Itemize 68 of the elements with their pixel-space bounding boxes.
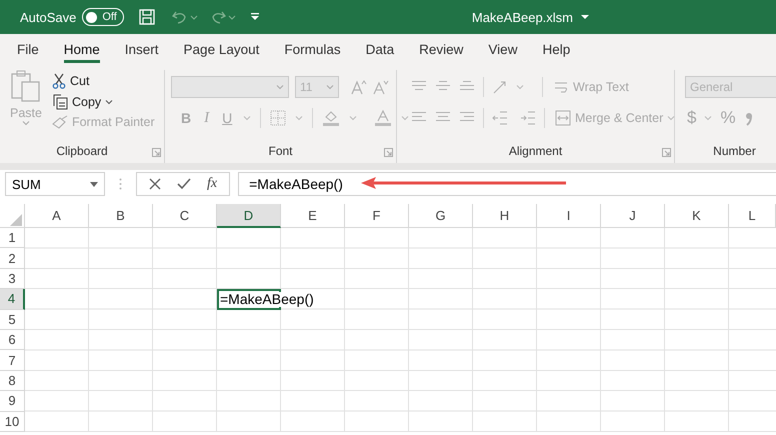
ribbon-tab[interactable]: View <box>480 34 526 64</box>
group-label: Number <box>713 144 756 158</box>
group-label: Alignment <box>508 144 562 158</box>
cut-button[interactable]: Cut <box>50 72 157 90</box>
row-header[interactable]: 6 <box>0 330 25 350</box>
font-color-icon[interactable] <box>374 109 392 127</box>
file-name: MakeABeep.xlsm <box>472 10 574 24</box>
ribbon-tab[interactable]: Insert <box>116 34 167 64</box>
column-header[interactable]: K <box>665 204 729 228</box>
autosave-label: AutoSave <box>20 10 76 24</box>
merge-icon <box>555 110 571 126</box>
formula-field[interactable]: =MakeABeep() <box>238 172 776 196</box>
copy-icon <box>52 94 68 110</box>
decrease-indent-icon[interactable] <box>492 111 508 125</box>
column-header[interactable]: H <box>473 204 537 228</box>
ribbon-tab[interactable]: Formulas <box>276 34 349 64</box>
name-box[interactable]: SUM <box>5 172 105 196</box>
comma-style-icon[interactable] <box>744 110 754 126</box>
column-header[interactable]: C <box>153 204 217 228</box>
row-header[interactable]: 8 <box>0 370 25 392</box>
clipboard-icon <box>10 70 41 102</box>
grow-font-icon[interactable] <box>351 79 367 95</box>
row-header[interactable]: 2 <box>0 248 25 269</box>
column-header[interactable]: G <box>409 204 473 228</box>
dialog-launcher-icon[interactable] <box>662 148 671 157</box>
save-icon[interactable] <box>138 8 156 26</box>
check-icon[interactable] <box>177 178 191 190</box>
column-header[interactable]: D <box>217 204 281 228</box>
increase-indent-icon[interactable] <box>520 111 536 125</box>
ribbon-tab[interactable]: Home <box>56 34 108 64</box>
group-label: Clipboard <box>56 144 108 158</box>
column-header[interactable]: B <box>89 204 153 228</box>
select-all-icon[interactable] <box>10 214 22 226</box>
ribbon-tab[interactable]: Page Layout <box>176 34 268 64</box>
row-header[interactable]: 7 <box>0 350 25 371</box>
ribbon-tab[interactable]: Data <box>358 34 402 64</box>
row-header[interactable]: 9 <box>0 391 25 412</box>
column-header[interactable]: E <box>281 204 345 228</box>
copy-button[interactable]: Copy <box>50 93 157 111</box>
column-header[interactable]: I <box>537 204 601 228</box>
ribbon-tab[interactable]: Review <box>411 34 472 64</box>
borders-icon[interactable] <box>270 110 286 126</box>
group-label: Font <box>268 144 292 158</box>
row-header[interactable]: 1 <box>0 228 25 248</box>
ribbon-tab[interactable]: File <box>9 34 47 64</box>
dialog-launcher-icon[interactable] <box>152 148 161 157</box>
grip-icon <box>119 178 122 190</box>
autosave-toggle[interactable]: Off <box>82 8 124 26</box>
column-header[interactable]: J <box>601 204 665 228</box>
dialog-launcher-icon[interactable] <box>384 148 393 157</box>
insert-function-button[interactable]: fx <box>207 176 218 192</box>
ribbon-tab[interactable]: Help <box>534 34 578 64</box>
column-header[interactable]: A <box>25 204 89 228</box>
cell-value: =MakeABeep() <box>220 292 314 307</box>
cancel-icon[interactable] <box>149 178 161 190</box>
row-header[interactable]: 10 <box>0 412 25 432</box>
caret-icon[interactable] <box>581 14 590 20</box>
customize-icon[interactable] <box>250 12 260 22</box>
row-header[interactable]: 5 <box>0 310 25 330</box>
row-header[interactable]: 4 <box>0 289 25 310</box>
shrink-font-icon[interactable] <box>373 79 389 95</box>
column-header[interactable]: L <box>729 204 776 228</box>
caret-icon[interactable] <box>105 99 114 105</box>
column-header[interactable]: F <box>345 204 409 228</box>
dropdown-icon <box>90 182 98 186</box>
scissors-icon <box>52 73 66 89</box>
fill-color-icon[interactable] <box>322 109 340 127</box>
row-header[interactable]: 3 <box>0 268 25 290</box>
